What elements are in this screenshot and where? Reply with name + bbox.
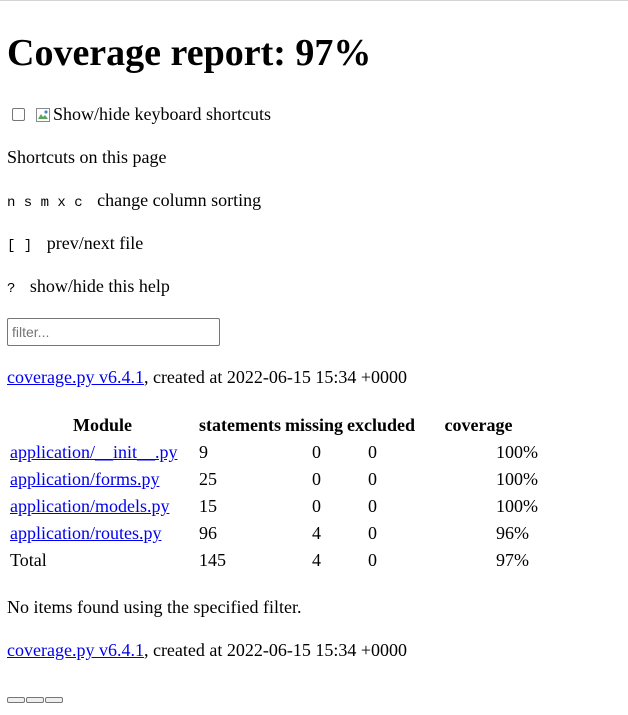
statements-cell: 25 <box>199 469 217 489</box>
coverage-cell: 100% <box>496 469 539 489</box>
help-keys: [ ] <box>7 238 33 254</box>
header-excluded[interactable]: excluded <box>346 413 416 438</box>
filter-input[interactable] <box>7 318 220 346</box>
shortcuts-toggle-row: Show/hide keyboard shortcuts <box>12 104 271 125</box>
total-coverage: 97% <box>496 550 530 570</box>
coverage-table: Module statements missing excluded cover… <box>7 411 541 575</box>
header-coverage[interactable]: coverage <box>418 413 539 438</box>
module-link[interactable]: application/models.py <box>10 496 169 516</box>
coverage-cell: 96% <box>496 523 530 543</box>
header-missing[interactable]: missing <box>284 413 344 438</box>
help-item: ? show/hide this help <box>7 276 170 297</box>
statements-cell: 9 <box>199 442 208 462</box>
help-item: [ ] prev/next file <box>7 233 143 254</box>
help-desc: prev/next file <box>46 233 144 253</box>
help-item: n s m x c change column sorting <box>7 190 261 211</box>
coverage-cell: 100% <box>496 442 539 462</box>
created-line: coverage.py v6.4.1, created at 2022-06-1… <box>7 367 407 388</box>
statements-cell: 96 <box>199 523 217 543</box>
help-desc: change column sorting <box>97 190 262 210</box>
total-missing: 4 <box>311 550 321 570</box>
created-line-footer: coverage.py v6.4.1, created at 2022-06-1… <box>7 640 407 661</box>
broken-image-icon <box>36 107 50 122</box>
help-keys: ? <box>7 281 16 297</box>
help-heading: Shortcuts on this page <box>7 147 167 167</box>
total-excluded: 0 <box>368 550 378 570</box>
missing-cell: 4 <box>311 523 321 543</box>
keyboard-icon-alt-text: Show/hide keyboard shortcuts <box>53 104 271 124</box>
top-border <box>0 0 628 1</box>
module-link[interactable]: application/forms.py <box>10 469 159 489</box>
coverage-cell: 100% <box>496 496 539 516</box>
module-link[interactable]: application/__init__.py <box>10 442 177 462</box>
shortcut-button[interactable] <box>26 697 44 703</box>
coverage-link[interactable]: coverage.py v6.4.1 <box>7 367 144 387</box>
table-row: application/forms.py 25 0 0 100% <box>9 467 539 492</box>
total-row: Total 145 4 0 97% <box>9 548 539 573</box>
created-text: , created at 2022-06-15 15:34 +0000 <box>143 367 408 387</box>
excluded-cell: 0 <box>368 496 378 516</box>
hidden-shortcut-buttons <box>7 697 64 703</box>
statements-cell: 15 <box>199 496 217 516</box>
table-row: application/routes.py 96 4 0 96% <box>9 521 539 546</box>
header-module[interactable]: Module <box>9 413 196 438</box>
no-items-message: No items found using the specified filte… <box>7 597 302 617</box>
header-statements[interactable]: statements <box>198 413 282 438</box>
shortcut-button[interactable] <box>45 697 63 703</box>
excluded-cell: 0 <box>368 442 378 462</box>
created-text: , created at 2022-06-15 15:34 +0000 <box>143 640 408 660</box>
missing-cell: 0 <box>311 496 321 516</box>
help-desc: show/hide this help <box>29 276 170 296</box>
page-title: Coverage report: 97% <box>7 32 372 74</box>
total-statements: 145 <box>199 550 226 570</box>
missing-cell: 0 <box>311 469 321 489</box>
total-label: Total <box>10 550 47 570</box>
shortcuts-checkbox[interactable] <box>12 108 25 121</box>
table-header-row: Module statements missing excluded cover… <box>9 413 539 438</box>
excluded-cell: 0 <box>368 469 378 489</box>
missing-cell: 0 <box>311 442 321 462</box>
help-keys: n s m x c <box>7 195 83 211</box>
shortcut-button[interactable] <box>7 697 25 703</box>
coverage-link[interactable]: coverage.py v6.4.1 <box>7 640 144 660</box>
table-row: application/models.py 15 0 0 100% <box>9 494 539 519</box>
module-link[interactable]: application/routes.py <box>10 523 161 543</box>
keyboard-icon[interactable]: Show/hide keyboard shortcuts <box>35 104 271 125</box>
excluded-cell: 0 <box>368 523 378 543</box>
table-row: application/__init__.py 9 0 0 100% <box>9 440 539 465</box>
